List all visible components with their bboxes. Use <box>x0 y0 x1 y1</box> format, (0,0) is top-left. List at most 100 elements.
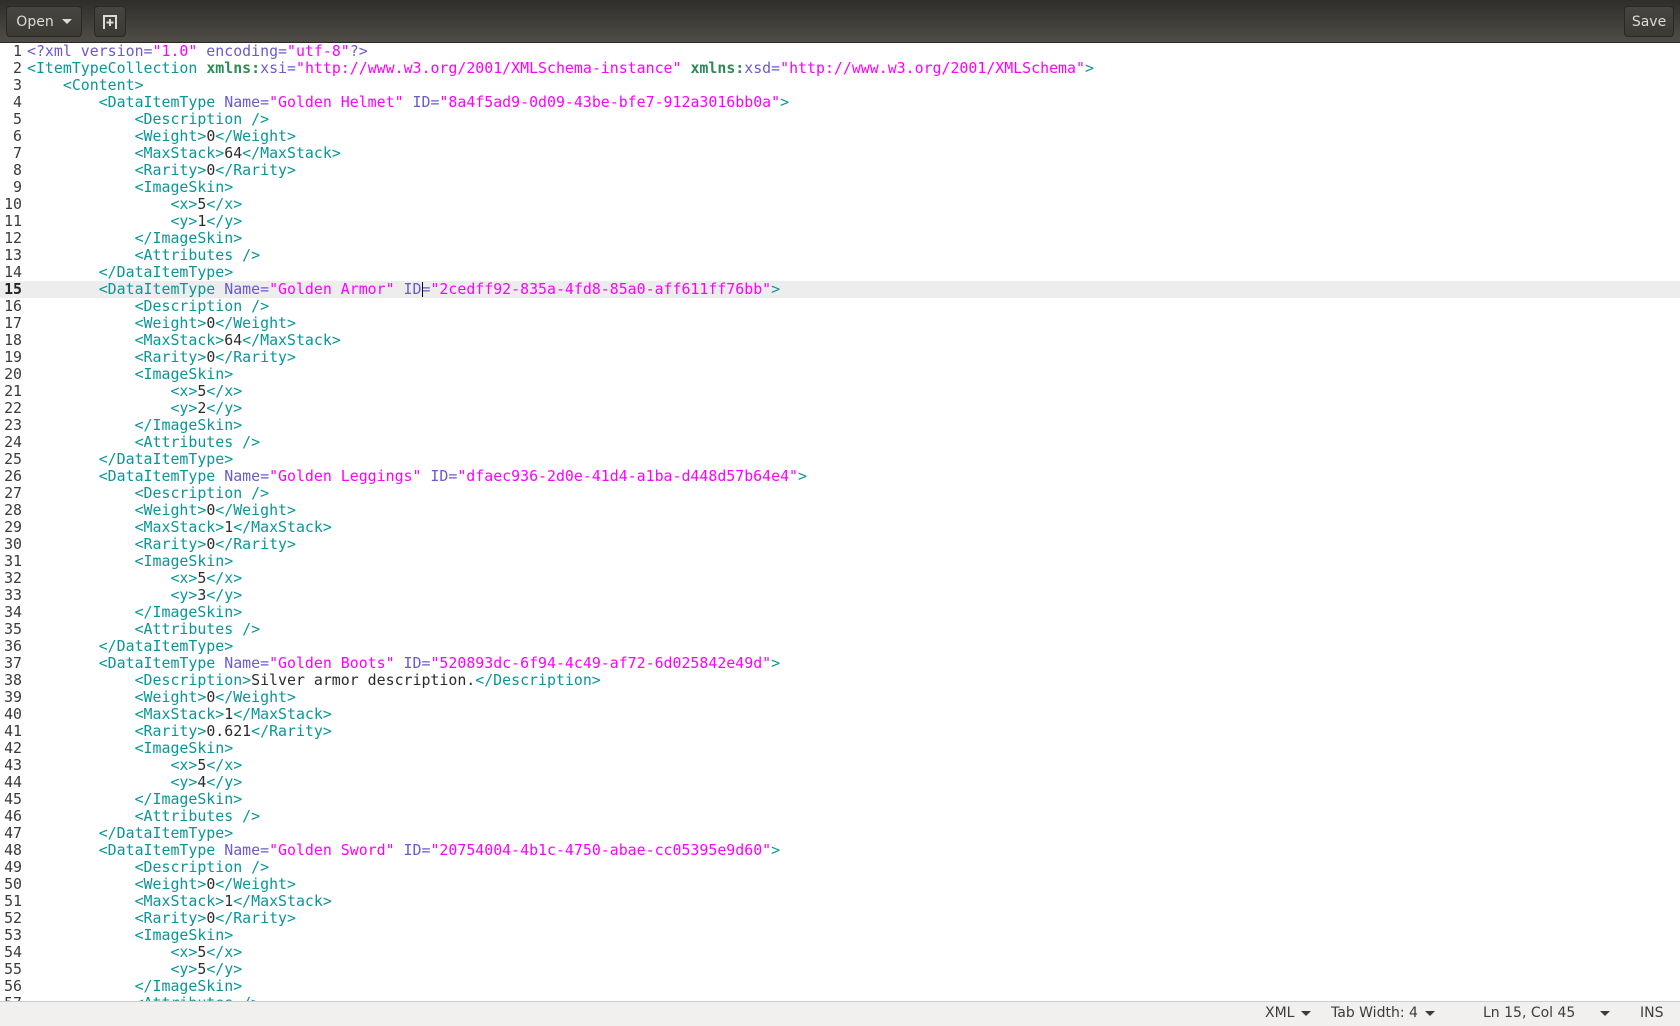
code-line[interactable]: 25 </DataItemType> <box>0 451 1680 468</box>
code-line[interactable]: 37 <DataItemType Name="Golden Boots" ID=… <box>0 655 1680 672</box>
line-code: </DataItemType> <box>22 638 233 655</box>
code-line[interactable]: 47 </DataItemType> <box>0 825 1680 842</box>
code-editor[interactable]: 1 <?xml version="1.0" encoding="utf-8"?> 2… <box>0 43 1680 1001</box>
code-line[interactable]: 27 <Description /> <box>0 485 1680 502</box>
xml-tag: <x> <box>27 756 198 774</box>
code-line[interactable]: 38 <Description>Silver armor description… <box>0 672 1680 689</box>
code-line[interactable]: 2 <ItemTypeCollection xmlns:xsi="http://w… <box>0 60 1680 77</box>
code-line[interactable]: 50 <Weight>0</Weight> <box>0 876 1680 893</box>
xml-tag: <x> <box>27 195 198 213</box>
line-number: 3 <box>13 76 22 94</box>
tab-width-selector[interactable]: Tab Width: 4 <box>1331 1005 1435 1021</box>
code-line[interactable]: 28 <Weight>0</Weight> <box>0 502 1680 519</box>
save-button[interactable]: Save <box>1624 6 1674 37</box>
line-code: <Description>Silver armor description.</… <box>22 672 601 689</box>
line-code: <ImageSkin> <box>22 366 234 383</box>
code-line[interactable]: 42 <ImageSkin> <box>0 740 1680 757</box>
code-line[interactable]: 29 <MaxStack>1</MaxStack> <box>0 519 1680 536</box>
code-line[interactable]: 9 <ImageSkin> <box>0 179 1680 196</box>
xml-text: 0.621 <box>206 722 252 740</box>
xml-tag: </Weight> <box>215 875 296 893</box>
code-line[interactable]: 22 <y>2</y> <box>0 400 1680 417</box>
insert-mode[interactable]: INS <box>1640 1005 1664 1021</box>
code-line[interactable]: 43 <x>5</x> <box>0 757 1680 774</box>
xml-attribute: ?> <box>349 43 368 60</box>
code-line[interactable]: 30 <Rarity>0</Rarity> <box>0 536 1680 553</box>
code-line[interactable]: 6 <Weight>0</Weight> <box>0 128 1680 145</box>
line-code: <MaxStack>64</MaxStack> <box>22 332 341 349</box>
code-line[interactable]: 14 </DataItemType> <box>0 264 1680 281</box>
code-line[interactable]: 53 <ImageSkin> <box>0 927 1680 944</box>
xml-tag: <y> <box>27 960 198 978</box>
code-line[interactable]: 1 <?xml version="1.0" encoding="utf-8"?> <box>0 43 1680 60</box>
code-line[interactable]: 35 <Attributes /> <box>0 621 1680 638</box>
code-line[interactable]: 48 <DataItemType Name="Golden Sword" ID=… <box>0 842 1680 859</box>
line-number: 47 <box>4 824 22 842</box>
code-line[interactable]: 41 <Rarity>0.621</Rarity> <box>0 723 1680 740</box>
line-code: <x>5</x> <box>22 383 242 400</box>
language-selector[interactable]: XML <box>1265 1005 1312 1021</box>
code-line[interactable]: 3 <Content> <box>0 77 1680 94</box>
line-code: <Description /> <box>22 859 269 876</box>
line-code: <Attributes /> <box>22 808 261 825</box>
code-line[interactable]: 33 <y>3</y> <box>0 587 1680 604</box>
code-line[interactable]: 17 <Weight>0</Weight> <box>0 315 1680 332</box>
code-line[interactable]: 4 <DataItemType Name="Golden Helmet" ID=… <box>0 94 1680 111</box>
code-line[interactable]: 19 <Rarity>0</Rarity> <box>0 349 1680 366</box>
code-line[interactable]: 52 <Rarity>0</Rarity> <box>0 910 1680 927</box>
line-number: 12 <box>4 229 22 247</box>
new-document-button[interactable] <box>94 6 126 37</box>
line-number: 54 <box>4 943 22 961</box>
code-line[interactable]: 20 <ImageSkin> <box>0 366 1680 383</box>
line-code: <Rarity>0.621</Rarity> <box>22 723 332 740</box>
xml-tag: </MaxStack> <box>242 331 341 349</box>
code-line[interactable]: 26 <DataItemType Name="Golden Leggings" … <box>0 468 1680 485</box>
xml-tag: </MaxStack> <box>233 705 332 723</box>
xml-attribute: <?xml version= <box>27 43 153 60</box>
code-line[interactable]: 45 </ImageSkin> <box>0 791 1680 808</box>
code-line[interactable]: 5 <Description /> <box>0 111 1680 128</box>
current-line[interactable]: 15 <DataItemType Name="Golden Armor" ID=… <box>0 281 1680 298</box>
code-line[interactable]: 21 <x>5</x> <box>0 383 1680 400</box>
line-number: 51 <box>4 892 22 910</box>
xml-value: "Golden Armor" <box>269 280 395 298</box>
code-line[interactable]: 55 <y>5</y> <box>0 961 1680 978</box>
code-line[interactable]: 7 <MaxStack>64</MaxStack> <box>0 145 1680 162</box>
code-line[interactable]: 24 <Attributes /> <box>0 434 1680 451</box>
code-line[interactable]: 8 <Rarity>0</Rarity> <box>0 162 1680 179</box>
code-line[interactable]: 12 </ImageSkin> <box>0 230 1680 247</box>
xml-attribute: Name= <box>224 654 270 672</box>
cursor-position[interactable]: Ln 15, Col 45 <box>1483 1005 1575 1021</box>
line-number: 27 <box>4 484 22 502</box>
code-line[interactable]: 51 <MaxStack>1</MaxStack> <box>0 893 1680 910</box>
code-line[interactable]: 34 </ImageSkin> <box>0 604 1680 621</box>
code-line[interactable]: 40 <MaxStack>1</MaxStack> <box>0 706 1680 723</box>
code-line[interactable]: 46 <Attributes /> <box>0 808 1680 825</box>
code-line[interactable]: 11 <y>1</y> <box>0 213 1680 230</box>
code-line[interactable]: 16 <Description /> <box>0 298 1680 315</box>
xml-tag: <Weight> <box>27 314 207 332</box>
code-line[interactable]: 56 </ImageSkin> <box>0 978 1680 995</box>
line-code: <x>5</x> <box>22 196 242 213</box>
xml-tag: <DataItemType <box>27 280 225 298</box>
code-line[interactable]: 39 <Weight>0</Weight> <box>0 689 1680 706</box>
code-line[interactable]: 10 <x>5</x> <box>0 196 1680 213</box>
xml-tag: <Description /> <box>27 858 270 876</box>
open-button[interactable]: Open <box>6 6 82 37</box>
code-line[interactable]: 13 <Attributes /> <box>0 247 1680 264</box>
code-line[interactable]: 23 </ImageSkin> <box>0 417 1680 434</box>
code-line[interactable]: 31 <ImageSkin> <box>0 553 1680 570</box>
line-code: <Description /> <box>22 111 269 128</box>
position-menu-button[interactable] <box>1600 1011 1610 1016</box>
xml-tag: <Rarity> <box>27 348 207 366</box>
xml-tag: <ItemTypeCollection <box>27 59 207 77</box>
code-line[interactable]: 32 <x>5</x> <box>0 570 1680 587</box>
code-line[interactable]: 44 <y>4</y> <box>0 774 1680 791</box>
line-code: </ImageSkin> <box>22 791 243 808</box>
line-number: 49 <box>4 858 22 876</box>
xml-tag: </MaxStack> <box>242 144 341 162</box>
code-line[interactable]: 49 <Description /> <box>0 859 1680 876</box>
code-line[interactable]: 36 </DataItemType> <box>0 638 1680 655</box>
code-line[interactable]: 18 <MaxStack>64</MaxStack> <box>0 332 1680 349</box>
code-line[interactable]: 54 <x>5</x> <box>0 944 1680 961</box>
